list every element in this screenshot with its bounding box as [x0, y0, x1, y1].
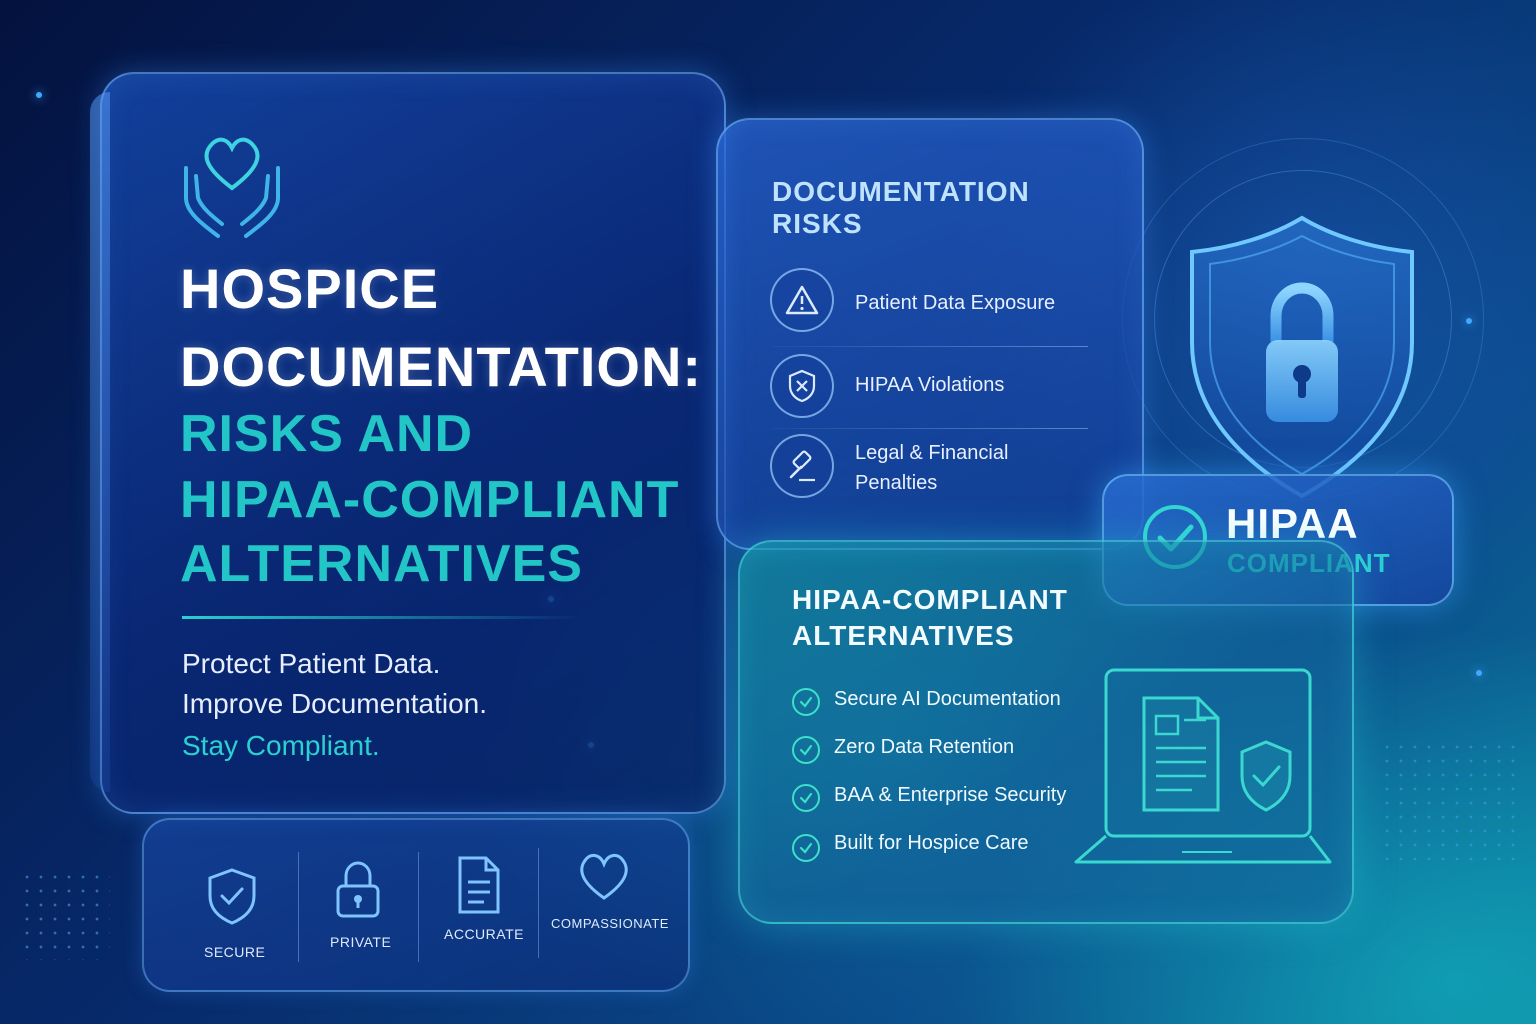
shield-lock-icon — [1190, 215, 1414, 499]
check-icon — [792, 834, 820, 862]
heart-icon — [580, 854, 628, 900]
hero-title-line4: HIPAA-COMPLIANT — [180, 471, 680, 529]
alternatives-title-line2: ALTERNATIVES — [792, 620, 1015, 651]
shield-check-icon — [208, 868, 256, 925]
hero-title-line5: ALTERNATIVES — [180, 535, 583, 593]
glow-dot — [36, 92, 42, 98]
tagline-2: Improve Documentation. — [182, 688, 488, 719]
risk-divider — [772, 428, 1088, 429]
risk-icon-circle — [770, 268, 834, 332]
check-icon — [792, 688, 820, 716]
shield-x-icon — [788, 369, 816, 403]
hero-title-line1: HOSPICE — [180, 257, 440, 320]
feature-label-secure: SECURE — [204, 944, 266, 960]
risk-icon-circle — [770, 434, 834, 498]
hero-title-line2: DOCUMENTATION: — [180, 335, 703, 398]
glow-dot — [1476, 670, 1482, 676]
alternative-item: BAA & Enterprise Security — [834, 784, 1067, 806]
feature-label-private: PRIVATE — [330, 934, 392, 950]
feature-divider — [418, 852, 419, 962]
risk-item-label-line1: Legal & Financial — [855, 442, 1009, 464]
tagline-3: Stay Compliant. — [182, 730, 380, 761]
risk-item-label-line2: Penalties — [855, 472, 938, 494]
tagline-1: Protect Patient Data. — [182, 648, 441, 679]
dot-grid-decoration — [1380, 740, 1520, 860]
risk-item-label: HIPAA Violations — [855, 374, 1005, 396]
alternative-item: Built for Hospice Care — [834, 832, 1029, 854]
heart-hands-icon — [184, 137, 280, 238]
hero-title-line3: RISKS AND — [180, 405, 474, 463]
padlock-icon — [336, 861, 380, 918]
risks-title-line2: RISKS — [772, 208, 863, 239]
check-icon — [792, 736, 820, 764]
feature-divider — [538, 848, 539, 958]
laptop-document-icon — [1074, 668, 1332, 864]
risk-item-label: Patient Data Exposure — [855, 292, 1056, 314]
feature-label-compassionate: COMPASSIONATE — [551, 916, 669, 931]
document-icon — [458, 856, 500, 914]
alternative-item: Zero Data Retention — [834, 736, 1015, 758]
dot-grid-decoration — [20, 870, 110, 960]
title-divider — [182, 616, 582, 619]
feature-divider — [298, 852, 299, 962]
feature-label-accurate: ACCURATE — [444, 926, 524, 942]
risk-icon-circle — [770, 354, 834, 418]
risk-divider — [772, 346, 1088, 347]
warning-icon — [785, 285, 819, 315]
alternative-item: Secure AI Documentation — [834, 688, 1061, 710]
risks-title-line1: DOCUMENTATION — [772, 176, 1030, 207]
gavel-icon — [789, 450, 815, 482]
alternatives-title-line1: HIPAA-COMPLIANT — [792, 584, 1068, 615]
check-icon — [792, 784, 820, 812]
